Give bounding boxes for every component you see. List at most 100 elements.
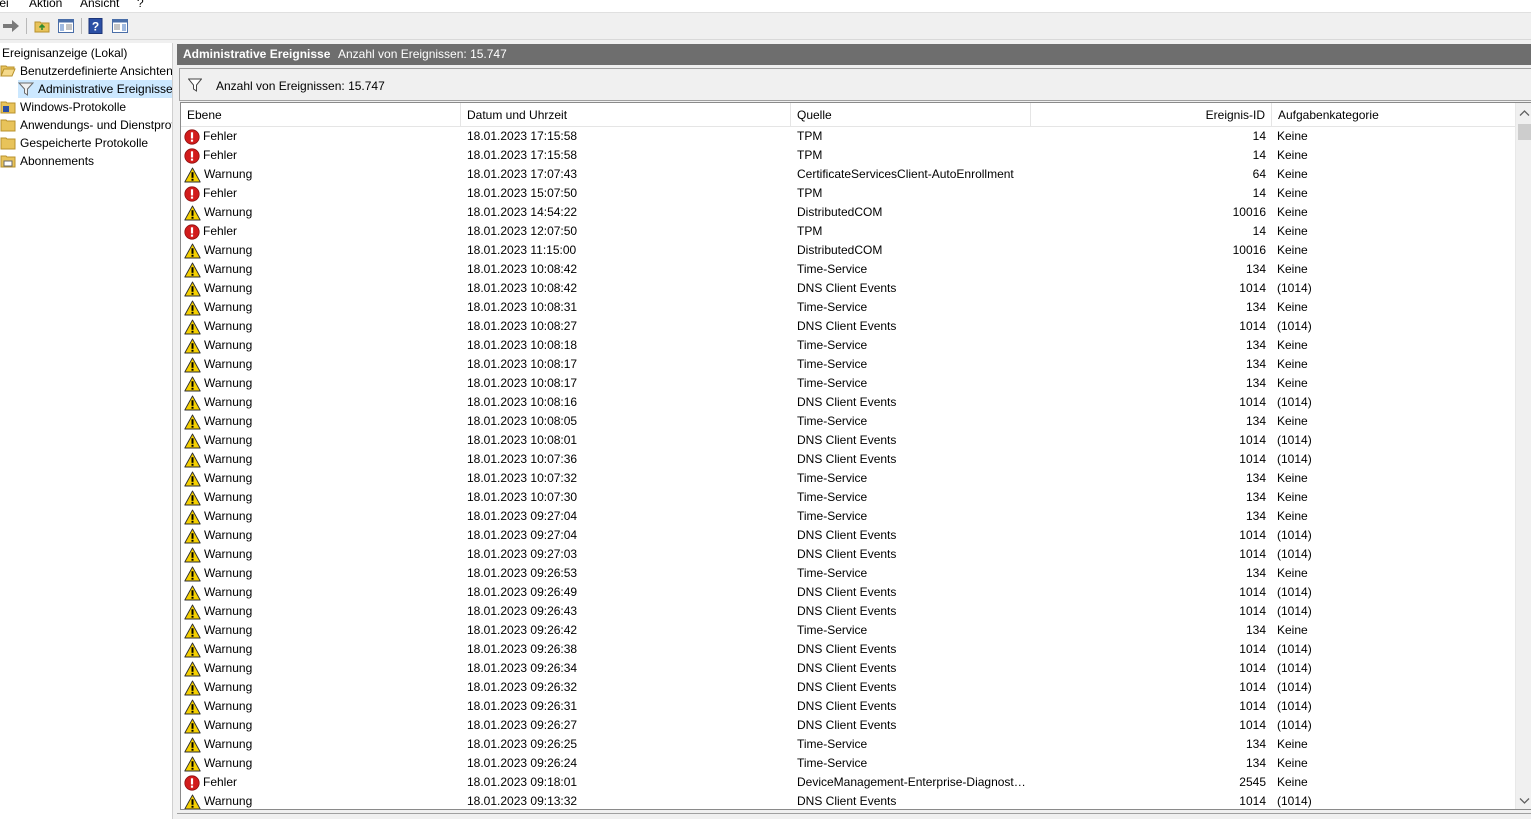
table-row[interactable]: Warnung 18.01.2023 11:15:00 DistributedCOM… (181, 241, 1515, 260)
column-header-task-category[interactable]: Aufgabenkategorie (1272, 103, 1515, 127)
level-text: Warnung (204, 585, 253, 599)
help-button[interactable]: ? (87, 17, 105, 35)
tree-node-label: Benutzerdefinierte Ansichten (20, 64, 173, 78)
tree-node-label: Ereignisanzeige (Lokal) (2, 46, 128, 60)
tree-node-app-service-logs[interactable]: Anwendungs- und Dienstprotokolle (0, 116, 172, 134)
table-row[interactable]: Warnung 18.01.2023 10:08:31 Time-Service 13… (181, 298, 1515, 317)
table-row[interactable]: Warnung 18.01.2023 10:08:16 DNS Client Eve… (181, 393, 1515, 412)
column-header-event-id[interactable]: Ereignis-ID (1031, 103, 1272, 127)
table-row[interactable]: Warnung 18.01.2023 10:08:27 DNS Client Eve… (181, 317, 1515, 336)
level-text: Warnung (204, 376, 253, 390)
table-row[interactable]: Fehler 18.01.2023 15:07:50 TPM 14 Keine (181, 184, 1515, 203)
warning-icon (184, 338, 201, 353)
tree-node-subscriptions[interactable]: Abonnements (0, 152, 94, 170)
toolbar: ? (0, 12, 1531, 40)
show-hide-tree-button[interactable] (57, 17, 75, 35)
table-row[interactable]: Warnung 18.01.2023 10:08:42 Time-Service 13… (181, 260, 1515, 279)
table-row[interactable]: Warnung 18.01.2023 17:07:43 CertificateSer… (181, 165, 1515, 184)
table-row[interactable]: Warnung 18.01.2023 09:26:43 DNS Client Eve… (181, 602, 1515, 621)
filter-event-count: Anzahl von Ereignissen: 15.747 (216, 79, 385, 93)
cell-date: 18.01.2023 10:08:31 (467, 300, 578, 314)
cell-level: Warnung (184, 431, 458, 450)
table-row[interactable]: Warnung 18.01.2023 10:08:01 DNS Client Eve… (181, 431, 1515, 450)
cell-date: 18.01.2023 15:07:50 (467, 186, 578, 200)
cell-level: Warnung (184, 621, 458, 640)
tree-node-event-viewer-local[interactable]: Ereignisanzeige (Lokal) (2, 44, 127, 62)
table-row[interactable]: Warnung 18.01.2023 10:07:30 Time-Service 13… (181, 488, 1515, 507)
menu-help[interactable]: ? (137, 0, 144, 10)
table-row[interactable]: Warnung 18.01.2023 09:26:24 Time-Service 13… (181, 754, 1515, 773)
cell-date: 18.01.2023 10:08:17 (467, 357, 578, 371)
menu-file[interactable]: tei (0, 0, 9, 10)
cell-event-id: 64 (1252, 167, 1266, 181)
cell-task-category: Keine (1277, 129, 1308, 143)
level-text: Warnung (204, 319, 253, 333)
column-header-source[interactable]: Quelle (791, 103, 1031, 127)
warning-icon (184, 357, 201, 372)
menu-action[interactable]: Aktion (29, 0, 62, 10)
table-row[interactable]: Warnung 18.01.2023 09:26:32 DNS Client Eve… (181, 678, 1515, 697)
cell-source: DNS Client Events (797, 585, 897, 599)
table-row[interactable]: Warnung 18.01.2023 10:08:17 Time-Service 13… (181, 374, 1515, 393)
table-row[interactable]: Warnung 18.01.2023 10:07:32 Time-Service 13… (181, 469, 1515, 488)
cell-date: 18.01.2023 09:13:32 (467, 794, 578, 808)
table-row[interactable]: Warnung 18.01.2023 10:07:36 DNS Client Eve… (181, 450, 1515, 469)
cell-date: 18.01.2023 10:08:01 (467, 433, 578, 447)
table-row[interactable]: Warnung 18.01.2023 09:26:25 Time-Service 13… (181, 735, 1515, 754)
table-row[interactable]: Fehler 18.01.2023 17:15:58 TPM 14 Keine (181, 146, 1515, 165)
cell-level: Warnung (184, 393, 458, 412)
up-folder-button[interactable] (33, 17, 51, 35)
table-row[interactable]: Warnung 18.01.2023 09:27:04 Time-Service 13… (181, 507, 1515, 526)
error-icon (184, 223, 200, 240)
table-row[interactable]: Warnung 18.01.2023 09:26:27 DNS Client Eve… (181, 716, 1515, 735)
cell-source: DNS Client Events (797, 718, 897, 732)
vertical-scrollbar[interactable] (1515, 103, 1531, 809)
table-row[interactable]: Fehler 18.01.2023 09:18:01 DeviceManagemen… (181, 773, 1515, 792)
cell-event-id: 1014 (1239, 281, 1266, 295)
table-row[interactable]: Warnung 18.01.2023 10:08:42 DNS Client Eve… (181, 279, 1515, 298)
cell-date: 18.01.2023 11:15:00 (467, 243, 577, 257)
tree-node-saved-logs[interactable]: Gespeicherte Protokolle (0, 134, 148, 152)
scroll-up-icon[interactable] (1519, 108, 1530, 119)
table-row[interactable]: Warnung 18.01.2023 09:26:31 DNS Client Eve… (181, 697, 1515, 716)
table-row[interactable]: Warnung 18.01.2023 09:26:49 DNS Client Eve… (181, 583, 1515, 602)
cell-source: TPM (797, 129, 823, 143)
action-pane-button[interactable] (111, 17, 129, 35)
cell-level: Warnung (184, 754, 458, 773)
tree-node-custom-views[interactable]: Benutzerdefinierte Ansichten (0, 62, 173, 80)
table-row[interactable]: Warnung 18.01.2023 09:13:32 DNS Client Eve… (181, 792, 1515, 809)
cell-level: Warnung (184, 564, 458, 583)
table-row[interactable]: Warnung 18.01.2023 09:26:38 DNS Client Eve… (181, 640, 1515, 659)
warning-icon (184, 319, 201, 334)
forward-button[interactable] (2, 17, 20, 35)
table-row[interactable]: Warnung 18.01.2023 09:27:04 DNS Client Eve… (181, 526, 1515, 545)
table-row[interactable]: Warnung 18.01.2023 10:08:05 Time-Service 13… (181, 412, 1515, 431)
cell-event-id: 134 (1245, 414, 1266, 428)
table-row[interactable]: Warnung 18.01.2023 10:08:18 Time-Service 13… (181, 336, 1515, 355)
column-header-level[interactable]: Ebene (181, 103, 461, 127)
menu-view[interactable]: Ansicht (80, 0, 119, 10)
column-header-date[interactable]: Datum und Uhrzeit (461, 103, 791, 127)
scroll-down-icon[interactable] (1519, 795, 1530, 806)
cell-event-id: 10016 (1232, 243, 1266, 257)
cell-source: DeviceManagement-Enterprise-Diagnostics-… (797, 775, 1027, 789)
level-text: Warnung (204, 300, 253, 314)
table-row[interactable]: Warnung 18.01.2023 10:08:17 Time-Service 13… (181, 355, 1515, 374)
tree-node-administrative-events[interactable]: Administrative Ereignisse (18, 80, 172, 98)
cell-event-id: 1014 (1239, 680, 1266, 694)
table-row[interactable]: Fehler 18.01.2023 12:07:50 TPM 14 Keine (181, 222, 1515, 241)
table-row[interactable]: Warnung 18.01.2023 09:26:53 Time-Service 13… (181, 564, 1515, 583)
tree-node-windows-logs[interactable]: Windows-Protokolle (0, 98, 126, 116)
error-icon (184, 774, 200, 791)
folder-open-icon (0, 65, 16, 77)
warning-icon (184, 756, 201, 771)
table-row[interactable]: Warnung 18.01.2023 09:26:42 Time-Service 13… (181, 621, 1515, 640)
table-row[interactable]: Warnung 18.01.2023 09:26:34 DNS Client Eve… (181, 659, 1515, 678)
table-row[interactable]: Warnung 18.01.2023 09:27:03 DNS Client Eve… (181, 545, 1515, 564)
scrollbar-thumb[interactable] (1518, 124, 1531, 140)
level-text: Warnung (204, 566, 253, 580)
table-row[interactable]: Fehler 18.01.2023 17:15:58 TPM 14 Keine (181, 127, 1515, 146)
cell-source: TPM (797, 148, 823, 162)
cell-level: Warnung (184, 526, 458, 545)
table-row[interactable]: Warnung 18.01.2023 14:54:22 DistributedCOM… (181, 203, 1515, 222)
